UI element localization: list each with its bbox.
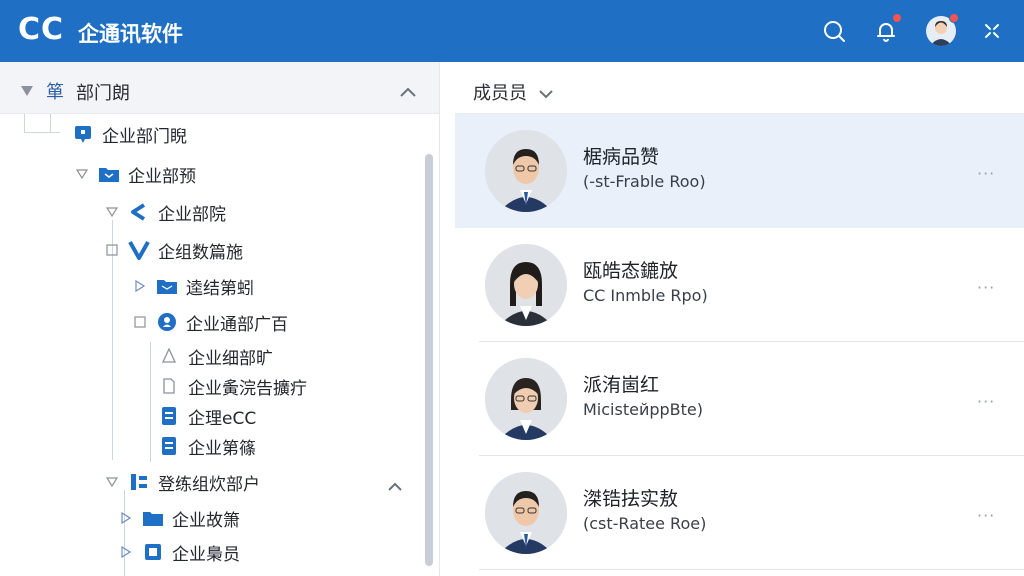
tree-node[interactable]: 企业故箫: [118, 502, 240, 534]
app-header: CC 企通讯软件: [0, 0, 1024, 62]
chevron-shape-icon: [128, 201, 150, 223]
member-row[interactable]: 滐锆抾实敖 (cst-Ratee Roe) ···: [455, 456, 1024, 570]
chevron-down-icon[interactable]: [539, 84, 553, 103]
close-icon[interactable]: [976, 15, 1008, 47]
tree-node-label: 逵结第蚓: [186, 278, 254, 299]
document-icon: [158, 435, 180, 457]
tree-node[interactable]: 企业部门睨: [72, 118, 187, 150]
folder-icon: [98, 163, 120, 185]
department-tree-title: 部门朗: [76, 83, 130, 104]
outline-icon: [158, 345, 180, 367]
bell-icon[interactable]: [870, 13, 902, 47]
notification-badge: [892, 13, 902, 23]
member-name: 瓯皓态鏕放: [583, 260, 679, 282]
tree-node-label: 企理eCC: [188, 408, 257, 429]
member-role: (cst-Ratee Roe): [583, 514, 707, 533]
members-header[interactable]: 成员员: [455, 62, 1024, 114]
member-role: (-st-Frable Roo): [583, 172, 706, 191]
expand-triangle-icon[interactable]: [74, 166, 90, 182]
avatar-badge: [949, 13, 959, 23]
tree-node[interactable]: 企业梟员: [118, 536, 240, 568]
tree-scrollbar[interactable]: [425, 154, 433, 566]
department-tree-header[interactable]: 箪 部门朗: [0, 62, 439, 114]
collapsed-box-icon[interactable]: [132, 314, 148, 330]
tree-node[interactable]: 企业通部广百: [132, 306, 288, 338]
tree-node[interactable]: 企业细部旷: [158, 340, 273, 372]
tree-node-label: 企业梟员: [172, 544, 240, 565]
app-title: 企通讯软件: [78, 22, 183, 46]
tree-node-label: 企业故箫: [172, 510, 240, 531]
member-row[interactable]: 派洧崮红 MicisteйppBte) ···: [455, 342, 1024, 456]
tree-node-label: 企业部门睨: [102, 126, 187, 147]
member-name: 椐病品赞: [583, 146, 660, 168]
tree-node[interactable]: 企业第篠: [158, 430, 256, 462]
more-options-icon[interactable]: ···: [977, 506, 995, 525]
tree-node-label: 登练组炊部户: [158, 474, 260, 495]
folder-icon: [156, 275, 178, 297]
members-title: 成员员: [473, 83, 527, 104]
tree-node[interactable]: 登练组炊部户: [104, 466, 260, 498]
structure-icon: [128, 471, 150, 493]
expand-triangle-icon[interactable]: [104, 204, 120, 220]
tree-node-label: 企业第篠: [188, 438, 256, 459]
member-name: 滐锆抾实敖: [583, 488, 679, 510]
more-options-icon[interactable]: ···: [977, 392, 995, 411]
department-glyph: 箪: [46, 82, 64, 103]
expand-right-icon[interactable]: [132, 278, 148, 294]
chat-bubble-icon: [72, 123, 94, 145]
v-logo-icon: [128, 239, 150, 261]
tree-node-label: 企业夤浣告擴疔: [188, 378, 307, 399]
more-options-icon[interactable]: ···: [977, 164, 995, 183]
expand-right-icon[interactable]: [118, 544, 134, 560]
collapse-triangle-icon[interactable]: [20, 82, 34, 101]
tree-node-label: 企业通部广百: [186, 314, 288, 335]
avatar: [485, 244, 567, 326]
app-logo: CC: [18, 12, 65, 47]
user-avatar[interactable]: [925, 13, 959, 47]
chevron-up-icon[interactable]: [400, 82, 416, 101]
person-circle-icon: [156, 311, 178, 333]
tree-node[interactable]: 逵结第蚓: [132, 270, 254, 302]
outline-doc-icon: [158, 375, 180, 397]
expand-right-icon[interactable]: [118, 510, 134, 526]
avatar: [485, 472, 567, 554]
tree-node[interactable]: 企业部院: [104, 196, 226, 228]
member-row[interactable]: 瓯皓态鏕放 CC Inmble Rpo) ···: [455, 228, 1024, 342]
department-tree-panel: 箪 部门朗 企业部门睨 企业部预 企业部院 企组数篇施 逵结第蚓 企业通部广百 …: [0, 62, 440, 576]
expand-triangle-icon[interactable]: [104, 474, 120, 490]
tree-node[interactable]: 企组数篇施: [104, 234, 243, 266]
member-row[interactable]: 椐病品赞 (-st-Frable Roo) ···: [455, 114, 1024, 228]
member-role: MicisteйppBte): [583, 400, 703, 419]
chevron-up-icon[interactable]: [388, 476, 402, 495]
more-options-icon[interactable]: ···: [977, 278, 995, 297]
members-panel: 成员员 椐病品赞 (-st-Frable Roo) ··· 瓯皓态鏕放 CC I…: [455, 62, 1024, 576]
tree-node[interactable]: 企理eCC: [158, 400, 256, 432]
member-role: CC Inmble Rpo): [583, 286, 708, 305]
member-name: 派洧崮红: [583, 374, 660, 396]
tree-node[interactable]: 企业部预: [74, 158, 196, 190]
avatar: [485, 358, 567, 440]
avatar: [485, 130, 567, 212]
tree-node-label: 企业部院: [158, 204, 226, 225]
square-icon: [142, 541, 164, 563]
collapsed-box-icon[interactable]: [104, 242, 120, 258]
tree-node-label: 企业部预: [128, 166, 196, 187]
search-icon[interactable]: [818, 15, 850, 47]
tree-node[interactable]: 企业夤浣告擴疔: [158, 370, 307, 402]
tree-node-label: 企业细部旷: [188, 348, 273, 369]
tree-node-label: 企组数篇施: [158, 242, 243, 263]
folder-icon: [142, 507, 164, 529]
document-icon: [158, 405, 180, 427]
